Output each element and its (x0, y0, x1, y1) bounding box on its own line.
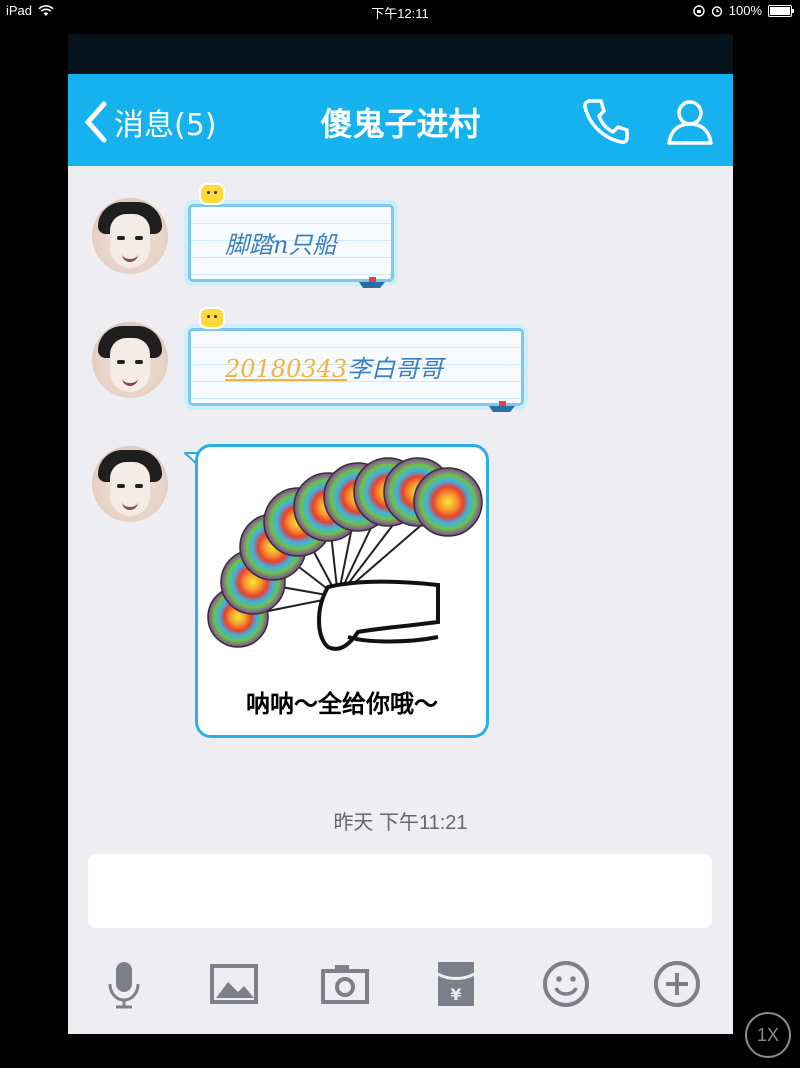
zoom-toggle-button[interactable]: 1X (745, 1012, 791, 1058)
battery-percent: 100% (728, 3, 762, 18)
message-timestamp: 昨天 下午11:21 (333, 812, 468, 834)
image-icon (210, 964, 258, 1004)
sender-avatar[interactable] (92, 446, 168, 522)
battery-fill (770, 6, 790, 15)
status-bar: iPad 下午12:11 100% (0, 0, 800, 22)
sticker-caption: 呐呐～全给你哦～ (246, 690, 438, 718)
message-text: 20180343李白哥哥 (225, 349, 443, 384)
sender-avatar[interactable] (92, 198, 168, 274)
camera-button[interactable] (319, 958, 371, 1010)
red-packet-icon: ¥ (437, 962, 475, 1006)
lock-rotation-icon (693, 4, 705, 17)
battery-icon (768, 4, 794, 17)
status-time: 下午12:11 (371, 6, 429, 21)
message-suffix: 李白哥哥 (347, 355, 444, 383)
boat-icon (489, 401, 515, 412)
gallery-button[interactable] (208, 958, 260, 1010)
navigation-bar: 消息(5) 傻鬼子进村 (68, 74, 733, 166)
input-toolbar: ¥ (68, 944, 733, 1024)
profile-button[interactable] (665, 96, 715, 150)
camera-icon (321, 965, 369, 1004)
top-strip (68, 34, 733, 74)
plus-icon (654, 961, 700, 1007)
emoji-button[interactable] (540, 958, 592, 1010)
red-packet-button[interactable]: ¥ (430, 958, 482, 1010)
person-icon (667, 100, 713, 145)
message-text: 脚踏n只船 (225, 231, 337, 259)
call-button[interactable] (581, 96, 631, 150)
status-right: 100% (693, 3, 794, 18)
emoji-icon (543, 961, 589, 1007)
phone-icon (583, 99, 629, 144)
message-input[interactable] (88, 854, 712, 928)
bubble-badge-icon (201, 309, 223, 327)
svg-text:¥: ¥ (450, 985, 461, 1004)
chat-screen: 消息(5) 傻鬼子进村 脚踏n只船 20180343李白哥哥 呐呐～全给你哦～ … (68, 34, 733, 1034)
boat-icon (359, 277, 385, 288)
more-button[interactable] (651, 958, 703, 1010)
voice-button[interactable] (98, 958, 150, 1010)
number-link[interactable]: 20180343 (225, 355, 347, 383)
message-bubble[interactable]: 脚踏n只船 (188, 185, 394, 288)
bubble-badge-icon (201, 185, 223, 203)
microphone-icon (108, 962, 140, 1009)
sender-avatar[interactable] (92, 322, 168, 398)
message-bubble[interactable]: 20180343李白哥哥 (188, 309, 524, 412)
sticker-message[interactable]: 呐呐～全给你哦～ (195, 444, 489, 738)
chat-title: 傻鬼子进村 (320, 105, 481, 143)
lollipop-fan-sticker (207, 457, 483, 651)
alarm-icon (711, 5, 722, 17)
